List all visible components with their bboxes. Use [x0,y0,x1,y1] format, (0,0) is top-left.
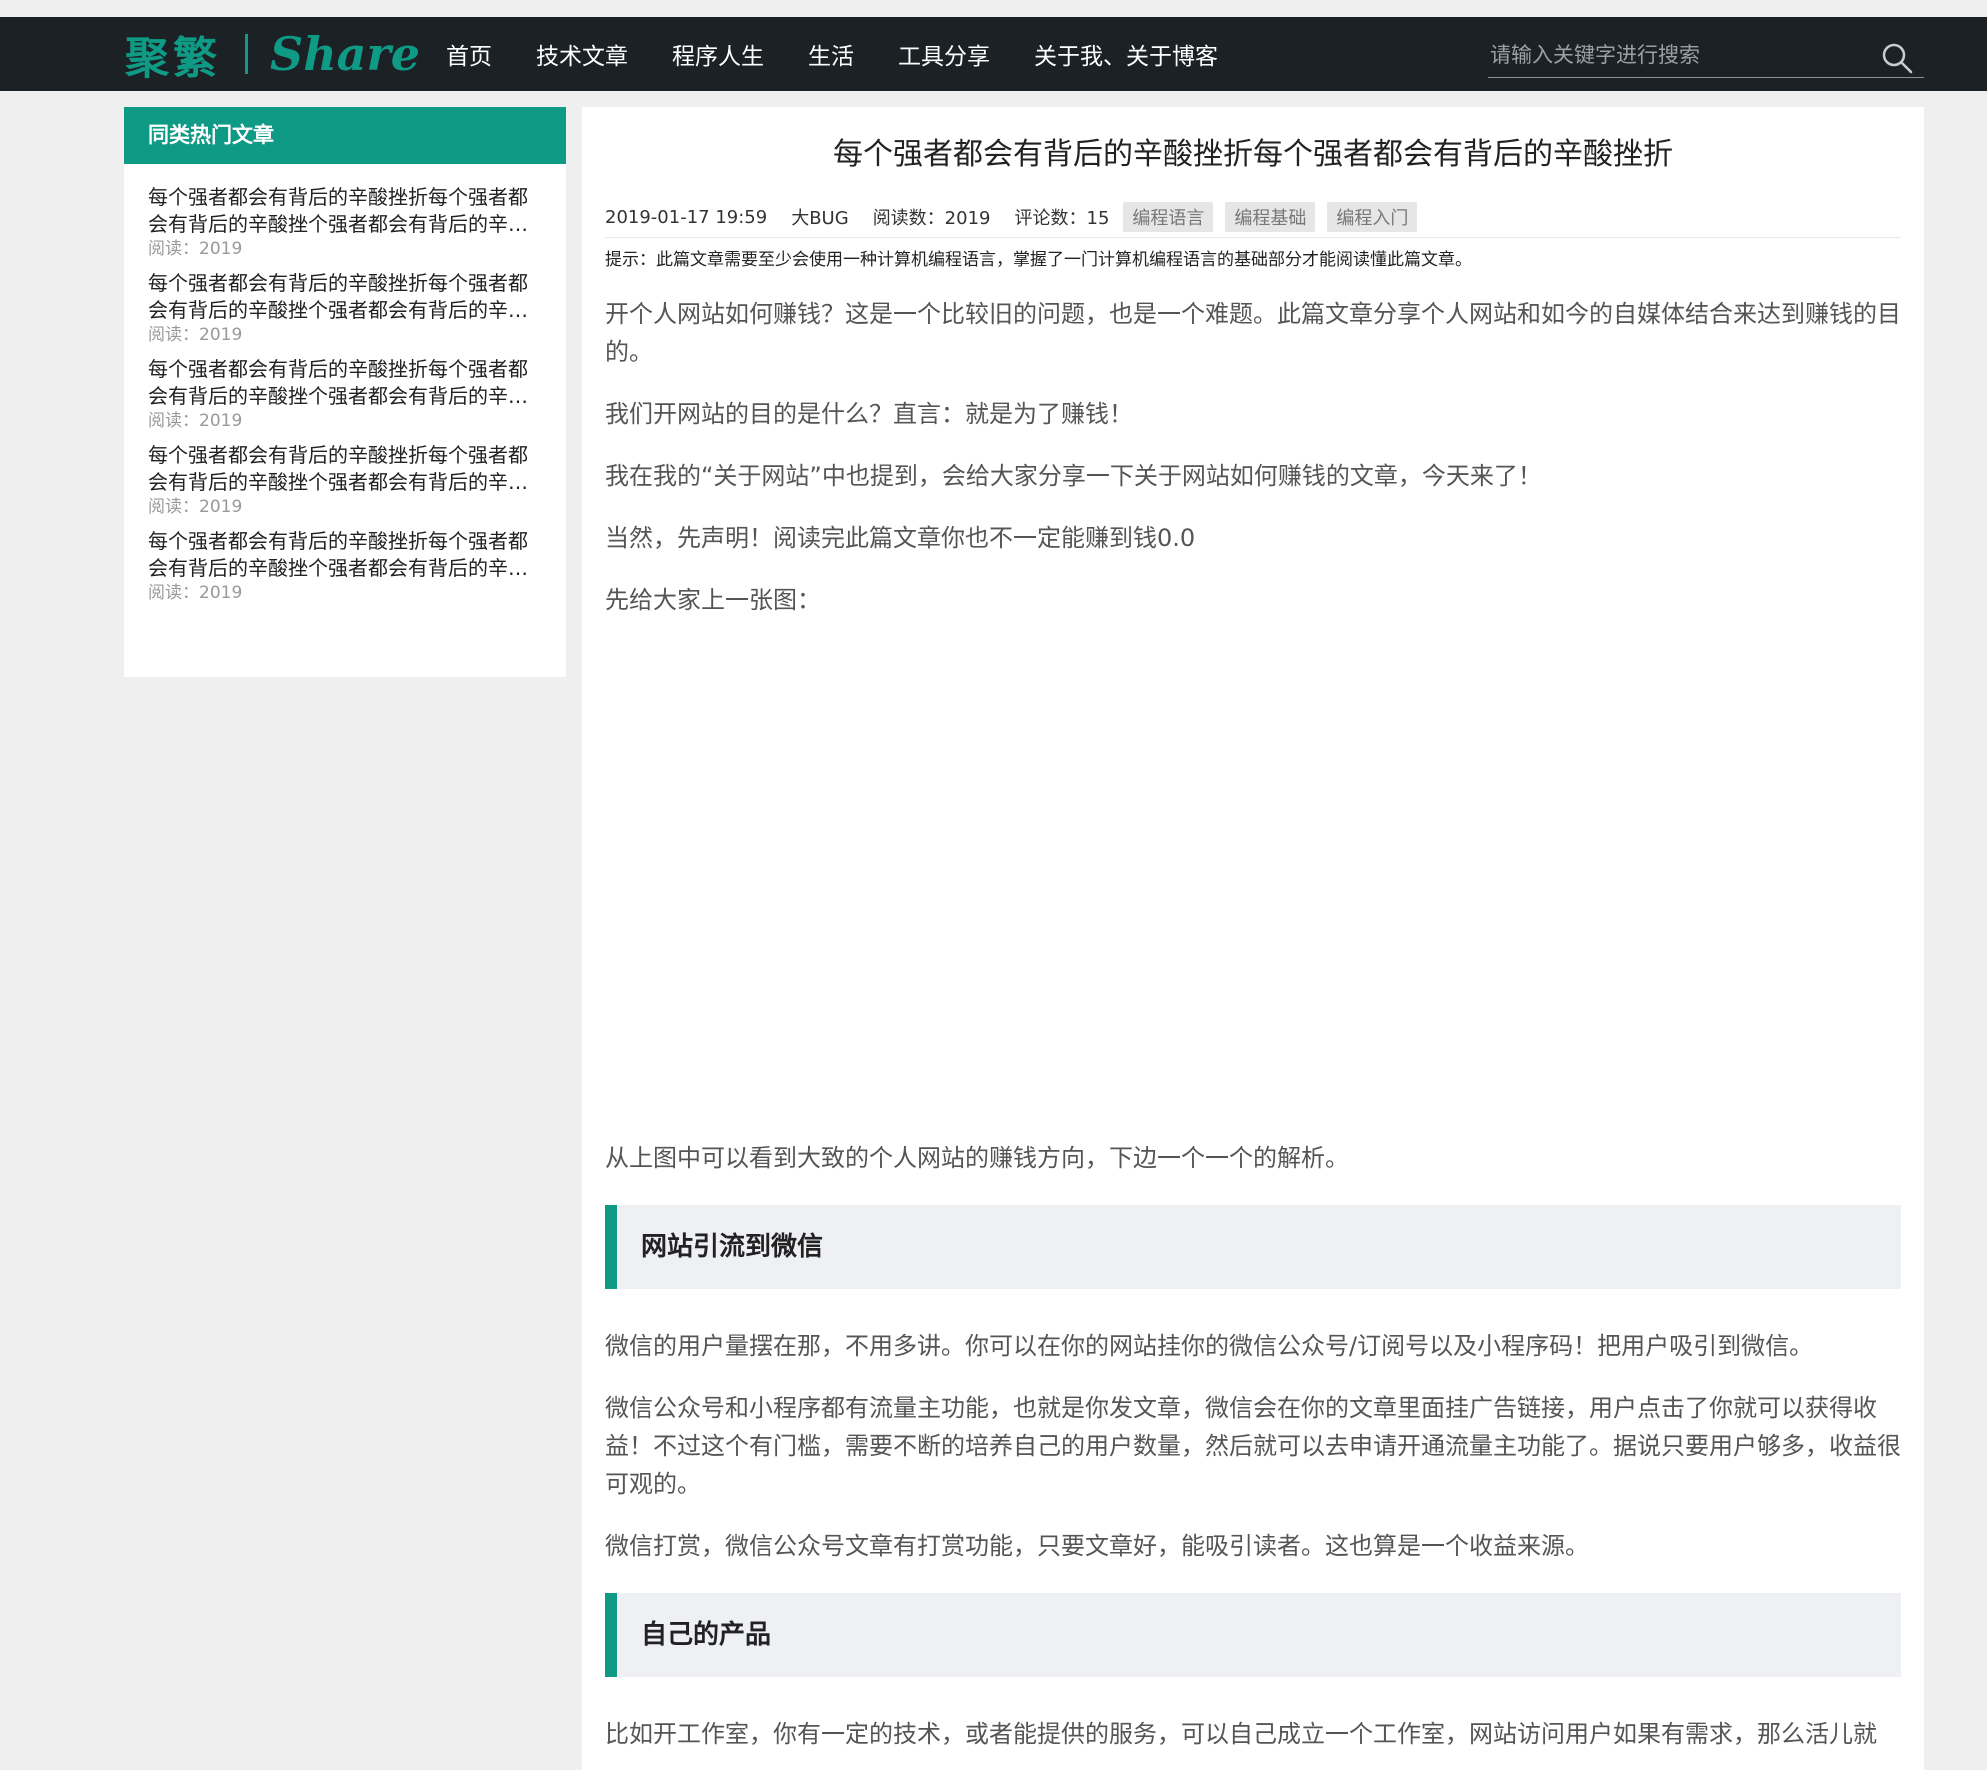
article-panel: 每个强者都会有背后的辛酸挫折每个强者都会有背后的辛酸挫折 2019-01-17 … [582,107,1924,1770]
hot-article-reads: 阅读：2019 [148,497,243,517]
hot-article-reads: 阅读：2019 [148,239,243,259]
paragraph: 我在我的“关于网站”中也提到，会给大家分享一下关于网站如何赚钱的文章，今天来了！ [605,462,1542,490]
article-views: 阅读数：2019 [872,208,991,229]
sidebar-title: 同类热门文章 [124,107,566,164]
list-item[interactable]: 每个强者都会有背后的辛酸挫折每个强者都会有背后的辛酸挫个强者都会有背后的辛酸挫折… [148,184,542,260]
logo-cn-text: 聚繁 [125,33,221,84]
nav-programmer-life[interactable]: 程序人生 [672,37,764,71]
list-item[interactable]: 每个强者都会有背后的辛酸挫折每个强者都会有背后的辛酸挫个强者都会有背后的辛酸挫折… [148,356,542,432]
hot-article-reads: 阅读：2019 [148,583,243,603]
logo-en-text: Share [270,27,420,81]
paragraph: 开个人网站如何赚钱？这是一个比较旧的问题，也是一个难题。此篇文章分享个人网站和如… [605,300,1901,366]
tag-programming-intro[interactable]: 编程入门 [1327,202,1418,232]
hot-article-title[interactable]: 每个强者都会有背后的辛酸挫折每个强者都会有背后的辛酸挫个强者都会有背后的辛酸挫折 [148,184,542,238]
hot-articles-list: 每个强者都会有背后的辛酸挫折每个强者都会有背后的辛酸挫个强者都会有背后的辛酸挫折… [124,164,566,604]
article-tip: 提示：此篇文章需要至少会使用一种计算机编程语言，掌握了一门计算机编程语言的基础部… [605,250,1472,270]
list-item[interactable]: 每个强者都会有背后的辛酸挫折每个强者都会有背后的辛酸挫个强者都会有背后的辛酸挫折… [148,528,542,604]
logo-divider [245,34,248,74]
paragraph: 微信打赏，微信公众号文章有打赏功能，只要文章好，能吸引读者。这也算是一个收益来源… [605,1532,1589,1560]
nav-tech-articles[interactable]: 技术文章 [536,37,628,71]
hot-article-reads: 阅读：2019 [148,411,243,431]
article-image-placeholder [605,619,1901,1139]
top-strip [0,0,1987,17]
article-date: 2019-01-17 19:59 [605,206,768,228]
section-heading: 自己的产品 [605,1593,1901,1677]
article-comments: 评论数：15 [1014,208,1110,229]
hot-article-title[interactable]: 每个强者都会有背后的辛酸挫折每个强者都会有背后的辛酸挫个强者都会有背后的辛酸挫折 [148,270,542,324]
tag-programming-basics[interactable]: 编程基础 [1225,202,1316,232]
main-nav: 首页 技术文章 程序人生 生活 工具分享 关于我、关于博客 [424,17,1240,91]
article-author[interactable]: 大BUG [791,204,848,230]
nav-about[interactable]: 关于我、关于博客 [1034,37,1218,71]
search-input[interactable] [1488,37,1872,73]
site-logo[interactable]: 聚繁 Share [125,27,420,84]
article-title: 每个强者都会有背后的辛酸挫折每个强者都会有背后的辛酸挫折 [833,137,1673,172]
nav-home[interactable]: 首页 [446,37,492,71]
paragraph: 比如开工作室，你有一定的技术，或者能提供的服务，可以自己成立一个工作室，网站访问… [605,1720,1877,1748]
search-box [1488,31,1924,78]
paragraph: 先给大家上一张图： [605,586,821,614]
tag-programming-language[interactable]: 编程语言 [1123,202,1214,232]
list-item[interactable]: 每个强者都会有背后的辛酸挫折每个强者都会有背后的辛酸挫个强者都会有背后的辛酸挫折… [148,270,542,346]
paragraph: 从上图中可以看到大致的个人网站的赚钱方向，下边一个一个的解析。 [605,1144,1349,1172]
site-header: 聚繁 Share 首页 技术文章 程序人生 生活 工具分享 关于我、关于博客 [0,17,1987,91]
hot-articles-sidebar: 同类热门文章 每个强者都会有背后的辛酸挫折每个强者都会有背后的辛酸挫个强者都会有… [124,107,566,677]
paragraph: 微信公众号和小程序都有流量主功能，也就是你发文章，微信会在你的文章里面挂广告链接… [605,1394,1901,1498]
hot-article-title[interactable]: 每个强者都会有背后的辛酸挫折每个强者都会有背后的辛酸挫个强者都会有背后的辛酸挫折 [148,356,542,410]
search-icon[interactable] [1880,41,1914,75]
article-content: 开个人网站如何赚钱？这是一个比较旧的问题，也是一个难题。此篇文章分享个人网站和如… [605,295,1901,1753]
paragraph: 我们开网站的目的是什么？直言：就是为了赚钱！ [605,400,1133,428]
paragraph: 微信的用户量摆在那，不用多讲。你可以在你的网站挂你的微信公众号/订阅号以及小程序… [605,1332,1814,1360]
section-heading: 网站引流到微信 [605,1205,1901,1289]
nav-tools[interactable]: 工具分享 [898,37,990,71]
article-meta: 2019-01-17 19:59 大BUG 阅读数：2019 评论数：15 编程… [605,197,1901,238]
nav-life[interactable]: 生活 [808,37,854,71]
hot-article-title[interactable]: 每个强者都会有背后的辛酸挫折每个强者都会有背后的辛酸挫个强者都会有背后的辛酸挫折 [148,442,542,496]
hot-article-title[interactable]: 每个强者都会有背后的辛酸挫折每个强者都会有背后的辛酸挫个强者都会有背后的辛酸挫折 [148,528,542,582]
hot-article-reads: 阅读：2019 [148,325,243,345]
paragraph: 当然，先声明！阅读完此篇文章你也不一定能赚到钱0.0 [605,524,1196,552]
list-item[interactable]: 每个强者都会有背后的辛酸挫折每个强者都会有背后的辛酸挫个强者都会有背后的辛酸挫折… [148,442,542,518]
